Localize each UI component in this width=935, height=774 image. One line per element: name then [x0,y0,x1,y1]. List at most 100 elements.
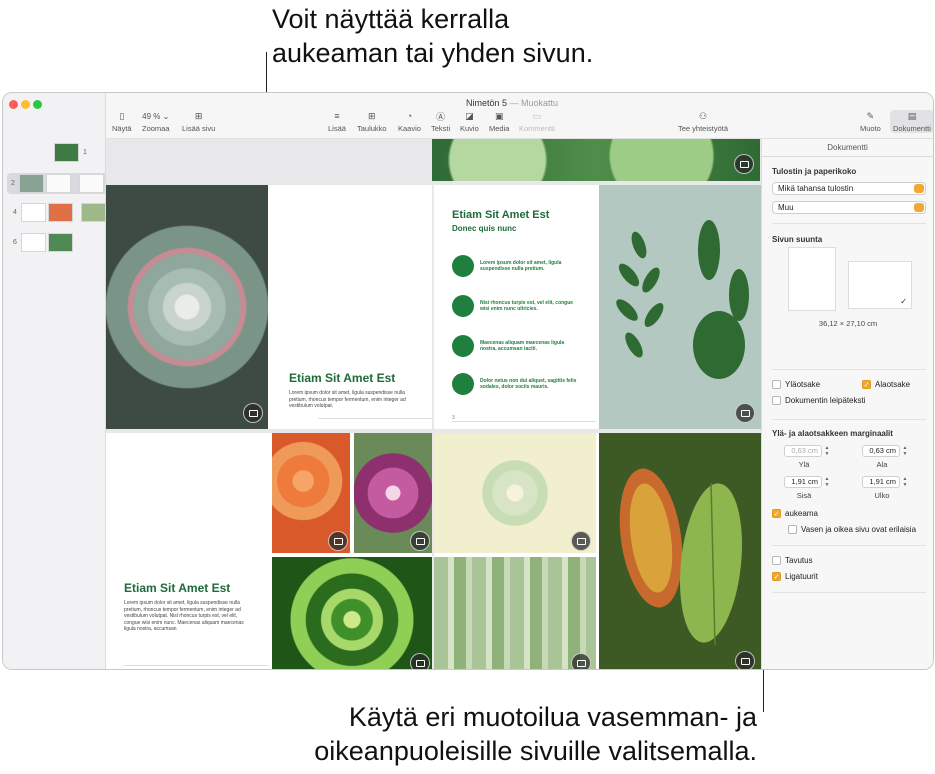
image-placeholder-icon[interactable] [410,531,430,551]
autumn-leaves-photo[interactable] [599,433,761,669]
page-thumbnails-sidebar: 1 2 3 4 5 6 [3,93,143,669]
stepper-arrows-icon[interactable]: ▲ ▼ [902,476,908,488]
image-placeholder-icon[interactable] [410,653,430,669]
shape-icon: ◪ [465,110,474,121]
image-placeholder-icon[interactable] [735,651,755,669]
page-heading[interactable]: Etiam Sit Amet Est [452,209,549,221]
footer-checkbox[interactable]: ✓ Alaotsake [862,380,910,389]
hyphenation-checkbox[interactable]: Tavutus [772,556,813,565]
add-page-button[interactable]: ⊞ Lisää sivu [182,110,215,134]
checkbox-checked-icon: ✓ [862,380,871,389]
divider [772,369,926,370]
paper-size-select[interactable]: Muu [772,201,926,214]
checkbox-checked-icon: ✓ [772,572,781,581]
outside-margin-value[interactable]: 1,91 cm [862,476,900,488]
leaf-icon [452,335,474,357]
thumbnail-number: 1 [83,149,87,156]
inside-margin-stepper[interactable]: 1,91 cm ▲ ▼ [784,476,830,488]
thumbnail-image [48,233,73,252]
chart-button[interactable]: ◔ Kaavio [398,110,421,133]
left-right-different-checkbox[interactable]: Vasen ja oikea sivu ovat erilaisia [788,525,916,534]
top-margin-stepper[interactable]: 0,63 cm ▲ ▼ [784,445,830,457]
portrait-orientation-button[interactable] [788,247,836,311]
collaborate-label: Tee yhteistyötä [678,124,729,133]
spread-checkbox[interactable]: ✓ aukeama [772,509,818,518]
zoom-window-button[interactable] [33,100,42,109]
sidebar-icon: ▯ [119,110,125,121]
feature-item[interactable]: Lorem ipsum dolor sit amet, ligula suspe… [452,255,580,277]
leaf-icon [452,295,474,317]
image-placeholder-icon[interactable] [571,653,591,669]
page-body-text[interactable]: Lorem ipsum dolor sit amet, ligula suspe… [289,390,414,410]
document-button[interactable]: ▤ Dokumentti [890,110,933,133]
stepper-arrows-icon[interactable]: ▲ ▼ [902,445,908,457]
footer-rule [318,418,432,419]
outside-margin-stepper[interactable]: 1,91 cm ▲ ▼ [862,476,908,488]
format-button[interactable]: ✎ Muoto [860,110,881,134]
document-canvas[interactable]: Etiam Sit Amet Est Lorem ipsum dolor sit… [106,139,761,669]
page-4[interactable]: Etiam Sit Amet Est Lorem ipsum dolor sit… [106,433,432,669]
shape-button[interactable]: ◪ Kuvio [460,110,479,134]
bottom-margin-stepper[interactable]: 0,63 cm ▲ ▼ [862,445,908,457]
leaf-specimens-photo[interactable] [599,185,761,429]
table-button[interactable]: ⊞ Taulukko [357,110,387,134]
page-subheading[interactable]: Donec quis nunc [452,224,516,233]
insert-button[interactable]: ≡ Lisää [328,110,346,133]
spiral-plant-photo[interactable] [272,557,432,669]
feature-item[interactable]: Nisi rhoncus turpis est, vel elit, congu… [452,295,580,317]
orientation-section-title: Sivun suunta [772,235,823,244]
printer-select[interactable]: Mikä tahansa tulostin [772,182,926,195]
comment-label: Kommentti [519,124,555,133]
stepper-arrows-icon[interactable]: ▲ ▼ [824,476,830,488]
view-label: Näytä [112,124,132,133]
close-window-button[interactable] [9,100,18,109]
comment-button[interactable]: ▭ Kommentti [519,110,555,134]
image-placeholder-icon[interactable] [734,154,754,174]
feature-text: Maecenas aliquam maecenas ligula nostra,… [480,339,565,353]
footer-label: Alaotsake [875,380,911,389]
succulent-photo[interactable] [106,185,268,429]
feature-item[interactable]: Dolor netus non dui aliquet, sagittis fe… [452,373,580,395]
pages-window: 1 2 3 4 5 6 Nimetön 5 [2,92,934,670]
landscape-orientation-button[interactable]: ✓ [848,261,912,309]
header-checkbox[interactable]: Yläotsake [772,380,820,389]
inspector-tab-document[interactable]: Dokumentti [762,139,933,157]
view-button[interactable]: ▯ Näytä [112,110,132,134]
ligatures-checkbox[interactable]: ✓ Ligatuurit [772,572,818,581]
bottom-margin-value[interactable]: 0,63 cm [862,445,900,457]
page-5[interactable] [434,433,761,669]
inside-margin-label: Sisä [796,491,812,500]
media-button[interactable]: ▣ Media [489,110,509,134]
image-placeholder-icon[interactable] [243,403,263,423]
minimize-window-button[interactable] [21,100,30,109]
chart-icon: ◔ [406,111,413,121]
page-2[interactable]: Etiam Sit Amet Est Lorem ipsum dolor sit… [106,185,432,429]
page-heading[interactable]: Etiam Sit Amet Est [124,581,230,595]
feature-item[interactable]: Maecenas aliquam maecenas ligula nostra,… [452,335,580,357]
inside-margin-value[interactable]: 1,91 cm [784,476,822,488]
image-placeholder-icon[interactable] [571,531,591,551]
stepper-arrows-icon[interactable]: ▲ ▼ [824,445,830,457]
leaves-photo[interactable] [432,139,760,181]
collaborate-button[interactable]: ⚇ Tee yhteistyötä [678,110,729,134]
paintbrush-icon: ✎ [866,110,875,121]
page-body-text[interactable]: Lorem ipsum dolor sit amet, ligula suspe… [124,600,249,633]
text-button[interactable]: Ⓐ Teksti [431,110,450,134]
page-3[interactable]: Etiam Sit Amet Est Donec quis nunc Lorem… [434,185,761,429]
page-heading[interactable]: Etiam Sit Amet Est [289,371,395,385]
document-name: Nimetön 5 [466,98,508,108]
bamboo-photo[interactable] [434,557,596,669]
left-right-different-label: Vasen ja oikea sivu ovat erilaisia [801,525,917,534]
thumbnail-number: 2 [11,180,15,187]
leaves-illustration [619,468,742,646]
page-1[interactable] [432,139,760,181]
zoom-menu[interactable]: 49 % ⌄ Zoomaa [142,110,170,134]
feature-text: Nisi rhoncus turpis est, vel elit, congu… [480,299,574,313]
thumbnail-page-1[interactable]: 1 [54,143,89,162]
image-placeholder-icon[interactable] [735,403,755,423]
top-margin-value[interactable]: 0,63 cm [784,445,822,457]
thumbnail-page-6[interactable]: 6 [11,233,73,252]
image-placeholder-icon[interactable] [328,531,348,551]
document-body-checkbox[interactable]: Dokumentin leipäteksti [772,396,865,405]
leaf-icon [452,255,474,277]
